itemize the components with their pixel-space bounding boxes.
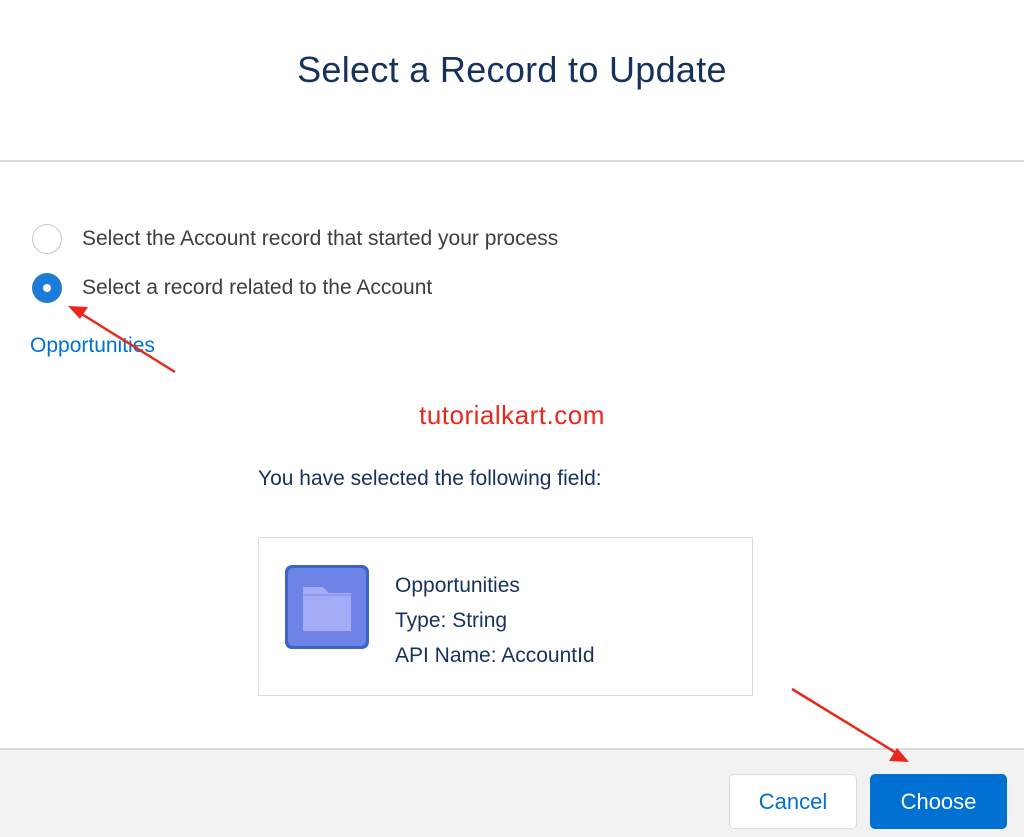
- field-type: Type: String: [395, 609, 508, 632]
- field-name: Opportunities: [395, 574, 520, 597]
- field-api-name: API Name: AccountId: [395, 644, 595, 667]
- modal-footer: Cancel Choose: [0, 748, 1024, 837]
- modal-header: Select a Record to Update: [0, 0, 1024, 162]
- selected-field-heading: You have selected the following field:: [258, 467, 602, 490]
- folder-icon: [285, 565, 369, 649]
- option-related-record[interactable]: Select a record related to the Account: [32, 273, 432, 303]
- field-details: Opportunities Type: String API Name: Acc…: [395, 568, 595, 673]
- cancel-button[interactable]: Cancel: [729, 774, 857, 829]
- modal-title: Select a Record to Update: [297, 49, 727, 90]
- watermark-text: tutorialkart.com: [419, 400, 605, 430]
- selected-field-card: Opportunities Type: String API Name: Acc…: [258, 537, 753, 696]
- choose-button[interactable]: Choose: [870, 774, 1007, 829]
- radio-account-record[interactable]: [32, 224, 62, 254]
- option-related-record-label: Select a record related to the Account: [82, 276, 433, 299]
- select-record-modal: Select a Record to Update Select the Acc…: [0, 0, 1024, 837]
- option-account-record-label: Select the Account record that started y…: [82, 227, 559, 250]
- radio-related-record[interactable]: [32, 273, 62, 303]
- option-account-record[interactable]: Select the Account record that started y…: [32, 224, 558, 254]
- related-object-link[interactable]: Opportunities: [30, 334, 155, 358]
